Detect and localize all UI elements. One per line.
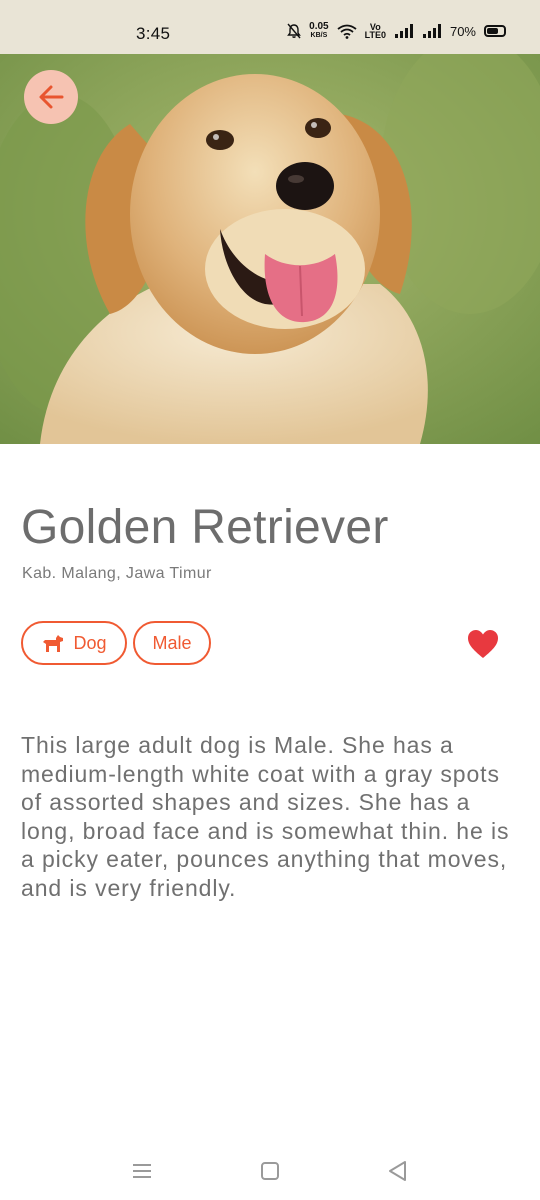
network-speed-unit: KB/S (310, 32, 328, 39)
signal-icon-sim2 (422, 24, 441, 38)
pet-gender-label: Male (152, 632, 192, 653)
pet-type-chip[interactable]: Dog (21, 621, 127, 665)
heart-icon (468, 630, 498, 658)
pet-name: Golden Retriever (21, 501, 389, 554)
pet-description: This large adult dog is Male. She has a … (21, 732, 510, 901)
pet-photo (0, 54, 540, 444)
favorite-button[interactable] (466, 628, 500, 660)
bell-off-icon (287, 23, 302, 39)
status-bar: 3:45 0.05 KB/S Vo LTE0 70% (0, 0, 540, 54)
battery-percent: 70% (449, 23, 476, 39)
network-speed-value: 0.05 (309, 21, 329, 32)
menu-icon (133, 1164, 151, 1178)
wifi-icon (337, 24, 357, 39)
signal-icon-sim1 (394, 24, 413, 38)
dog-icon (43, 635, 64, 652)
battery-icon (484, 25, 506, 37)
status-time: 3:45 (136, 24, 171, 43)
pet-location: Kab. Malang, Jawa Timur (22, 565, 212, 582)
volte-bottom: LTE0 (364, 30, 386, 40)
square-icon (261, 1162, 279, 1180)
pet-type-label: Dog (73, 632, 107, 653)
battery-fill (487, 28, 498, 34)
system-nav-bar (0, 1140, 540, 1200)
nav-menu-button[interactable] (127, 1156, 157, 1186)
status-icons: 0.05 KB/S Vo LTE0 70% (287, 22, 506, 40)
nav-back-button[interactable] (383, 1156, 413, 1186)
nav-home-button[interactable] (255, 1156, 285, 1186)
network-speed: 0.05 KB/S (309, 22, 328, 40)
pet-gender-chip[interactable]: Male (133, 621, 211, 665)
volte-indicator: Vo LTE0 (364, 23, 386, 40)
arrow-left-icon (39, 85, 64, 109)
back-button[interactable] (24, 70, 78, 124)
triangle-back-icon (389, 1161, 406, 1181)
golden-retriever-image (0, 54, 540, 444)
